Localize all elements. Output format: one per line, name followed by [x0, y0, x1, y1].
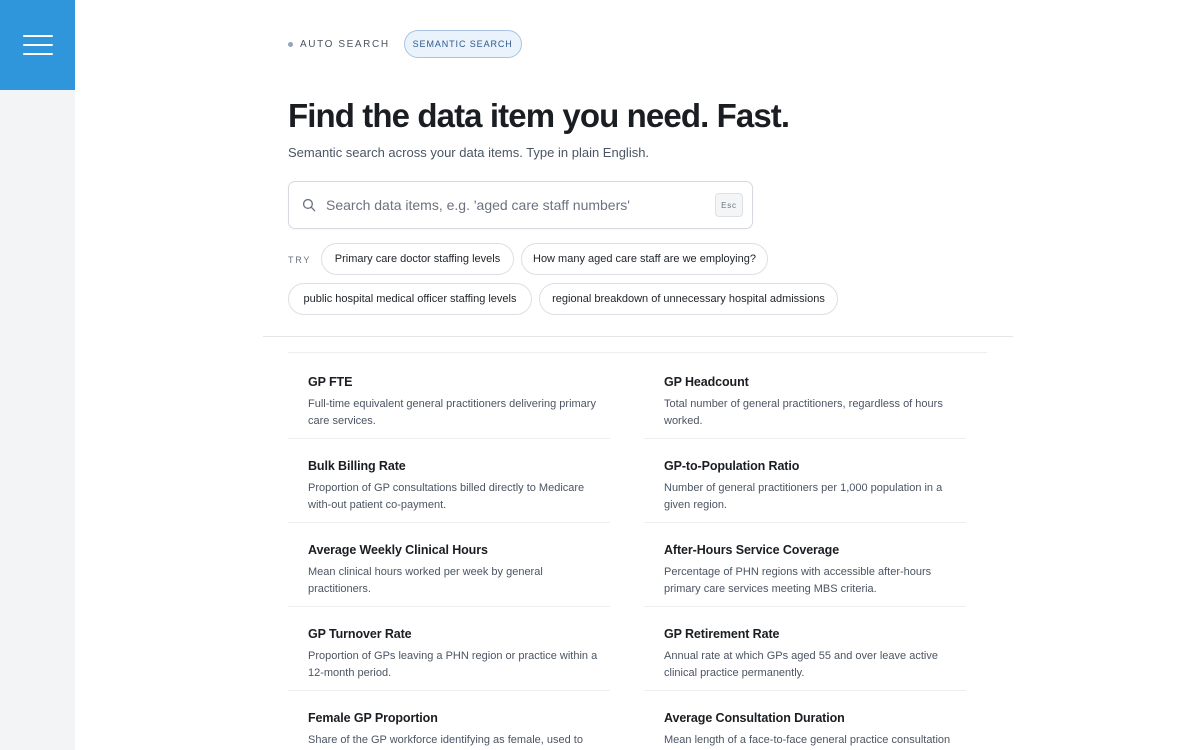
result-card[interactable]: GP Retirement Rate Annual rate at which …: [644, 607, 966, 691]
suggestion-chip[interactable]: regional breakdown of unnecessary hospit…: [539, 283, 838, 315]
menu-button[interactable]: [0, 0, 75, 90]
esc-key-badge[interactable]: Esc: [715, 193, 743, 217]
section-divider: [263, 336, 1013, 337]
result-card[interactable]: GP FTE Full-time equivalent general prac…: [288, 355, 610, 439]
result-title: After-Hours Service Coverage: [664, 543, 840, 557]
search-input[interactable]: [326, 197, 715, 213]
result-description: Mean clinical hours worked per week by g…: [308, 566, 543, 595]
result-card[interactable]: GP Turnover Rate Proportion of GPs leavi…: [288, 607, 610, 691]
result-title: Bulk Billing Rate: [308, 459, 406, 473]
result-description: Percentage of PHN regions with accessibl…: [664, 566, 932, 595]
search-box: Esc: [288, 181, 753, 229]
result-card[interactable]: Female GP Proportion Share of the GP wor…: [288, 691, 610, 750]
suggestion-chip[interactable]: Primary care doctor staffing levels: [321, 243, 514, 275]
result-title: GP Headcount: [664, 375, 749, 389]
result-description: Proportion of GP consultations billed di…: [308, 482, 585, 511]
suggestion-chip[interactable]: public hospital medical officer staffing…: [288, 283, 532, 315]
result-description: Share of the GP workforce identifying as…: [308, 734, 583, 746]
result-title: GP-to-Population Ratio: [664, 459, 800, 473]
left-rail: [0, 0, 75, 750]
page-subtitle: Semantic search across your data items. …: [288, 145, 650, 160]
try-label: TRY: [288, 255, 312, 265]
results-top-divider: [288, 352, 987, 353]
result-card[interactable]: After-Hours Service Coverage Percentage …: [644, 523, 966, 607]
auto-search-tab[interactable]: AUTO SEARCH: [288, 39, 390, 50]
result-card[interactable]: Average Consultation Duration Mean lengt…: [644, 691, 966, 750]
result-description: Number of general practitioners per 1,00…: [664, 482, 943, 511]
status-dot-icon: [288, 41, 293, 47]
result-description: Mean length of a face-to-face general pr…: [664, 734, 951, 746]
result-title: Female GP Proportion: [308, 711, 438, 725]
result-description: Full-time equivalent general practitione…: [308, 398, 596, 427]
result-title: Average Consultation Duration: [664, 711, 845, 725]
auto-search-label: AUTO SEARCH: [300, 38, 390, 50]
semantic-search-tab[interactable]: SEMANTIC SEARCH: [403, 30, 522, 58]
result-card[interactable]: GP Headcount Total number of general pra…: [644, 355, 966, 439]
suggestion-chip[interactable]: How many aged care staff are we employin…: [521, 243, 768, 275]
result-description: Total number of general practitioners, r…: [664, 398, 943, 427]
result-card[interactable]: Average Weekly Clinical Hours Mean clini…: [288, 523, 610, 607]
result-description: Annual rate at which GPs aged 55 and ove…: [664, 650, 938, 679]
semantic-search-label: SEMANTIC SEARCH: [412, 39, 513, 49]
result-title: Average Weekly Clinical Hours: [308, 543, 488, 557]
result-title: GP Retirement Rate: [664, 627, 780, 641]
search-icon: [302, 198, 316, 212]
hamburger-menu-icon: [22, 35, 53, 55]
result-title: GP Turnover Rate: [308, 627, 412, 641]
result-title: GP FTE: [308, 375, 353, 389]
result-card[interactable]: Bulk Billing Rate Proportion of GP consu…: [288, 439, 610, 523]
search-mode-switcher: AUTO SEARCH SEMANTIC SEARCH: [288, 30, 522, 58]
result-description: Proportion of GPs leaving a PHN region o…: [308, 650, 598, 679]
page-title: Find the data item you need. Fast.: [288, 97, 790, 134]
result-card[interactable]: GP-to-Population Ratio Number of general…: [644, 439, 966, 523]
